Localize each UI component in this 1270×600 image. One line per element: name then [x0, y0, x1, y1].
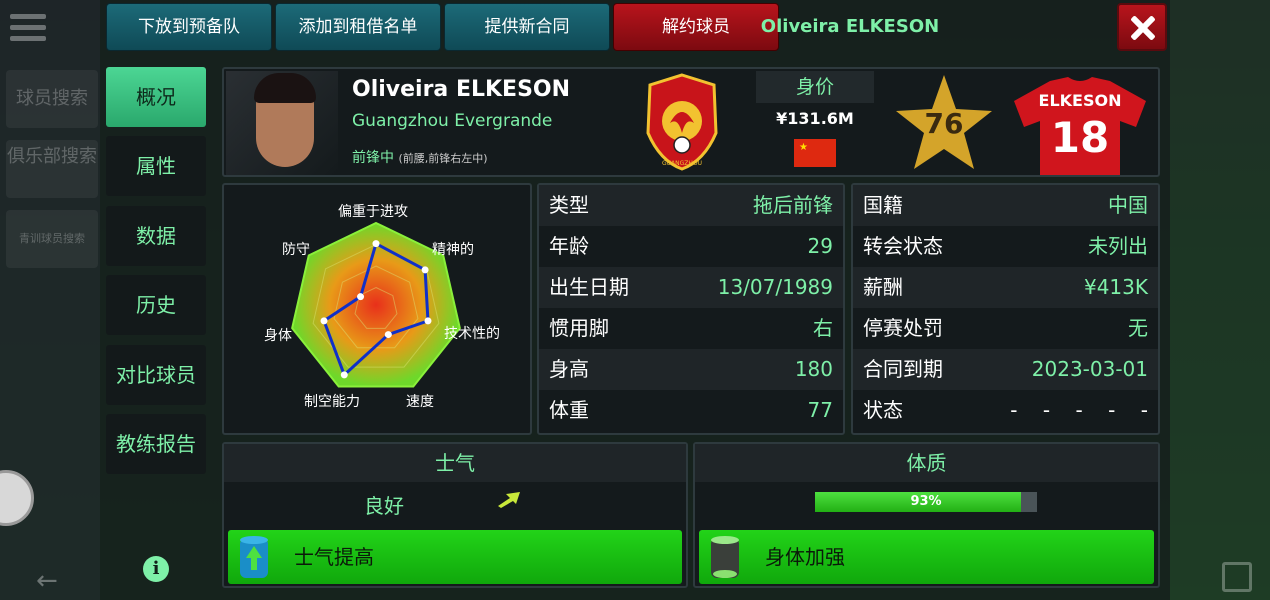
info-row-nationality: 国籍 中国	[853, 185, 1158, 226]
contract-info-card: 国籍 中国 转会状态 未列出 薪酬 ¥413K 停赛处罚无 合同到期 2023-03-0…	[851, 183, 1160, 435]
menu-icon	[10, 14, 46, 42]
player-info-card: 类型 拖后前锋 年龄 29 出生日期 13/07/1989 惯用脚右 身高 180 体重…	[537, 183, 845, 435]
radar-label-mental: 精神的	[432, 242, 474, 258]
radar-point	[320, 317, 328, 325]
background-right-area	[1170, 0, 1270, 600]
morale-boost-button[interactable]: 士气提高	[228, 530, 682, 584]
player-club[interactable]: Guangzhou Evergrande	[352, 111, 552, 131]
demote-to-reserves-button[interactable]: 下放到预备队	[106, 3, 272, 51]
info-row-height: 身高 180	[539, 349, 843, 390]
radar-label-attack: 偏重于进攻	[338, 204, 408, 220]
market-value-amount: ¥131.6M	[776, 109, 854, 128]
radar-point	[424, 317, 432, 325]
tab-stats[interactable]: 数据	[106, 206, 206, 266]
fitness-boost-button[interactable]: 身体加强	[699, 530, 1154, 584]
tab-compare-players[interactable]: 对比球员	[106, 345, 206, 405]
back-arrow-icon[interactable]: ←	[36, 566, 58, 596]
china-flag-icon: ★	[794, 139, 836, 167]
market-value: 身价 ¥131.6M ★	[756, 71, 874, 175]
ghost-item-player-search: 球员搜索	[6, 70, 98, 128]
fitness-boost-label: 身体加强	[765, 545, 845, 569]
info-row-foot: 惯用脚右	[549, 316, 833, 340]
morale-title: 士气	[224, 444, 686, 482]
club-crest-icon[interactable]: GUANGZHOU	[644, 73, 720, 171]
info-row-transfer-status: 转会状态 未列出	[863, 234, 1148, 258]
jersey-name: ELKESON	[1038, 91, 1122, 110]
info-row-birthdate: 出生日期 13/07/1989	[539, 267, 843, 308]
header-player-name: Oliveira ELKESON	[760, 16, 940, 37]
jersey-number: 18	[1050, 113, 1110, 162]
player-rating: 76	[924, 107, 964, 140]
info-icon[interactable]: i	[143, 556, 169, 582]
fitness-card: 体质 93% 身体加强	[693, 442, 1160, 588]
info-row-weight: 体重 77	[549, 398, 833, 422]
radar-point	[340, 371, 348, 379]
tab-coach-report[interactable]: 教练报告	[106, 414, 206, 474]
morale-boost-can-icon	[240, 536, 268, 578]
morale-boost-label: 士气提高	[294, 545, 374, 569]
save-icon[interactable]	[1222, 562, 1252, 592]
tab-history[interactable]: 历史	[106, 275, 206, 335]
player-name: Oliveira ELKESON	[352, 77, 571, 102]
position-main: 前锋中	[352, 150, 394, 166]
fitness-progress-bar: 93%	[815, 492, 1037, 512]
attribute-radar-card: 偏重于进攻 精神的 技术性的 速度 制空能力 身体 防守	[222, 183, 532, 435]
position-detail: (前腰,前锋右左中)	[398, 152, 488, 165]
morale-up-arrow-icon	[498, 492, 520, 508]
club-crest-text: GUANGZHOU	[662, 160, 702, 167]
radar-label-aerial: 制空能力	[304, 394, 360, 410]
add-to-loan-list-button[interactable]: 添加到租借名单	[275, 3, 441, 51]
offer-new-contract-button[interactable]: 提供新合同	[444, 3, 610, 51]
fitness-percent: 93%	[910, 494, 942, 509]
tab-attributes[interactable]: 属性	[106, 136, 206, 196]
fitness-boost-can-icon	[711, 536, 739, 578]
player-profile-card: Oliveira ELKESON Guangzhou Evergrande 前锋…	[222, 67, 1160, 177]
morale-value: 良好	[364, 494, 404, 518]
ghost-item-youth-search: 青训球员搜索	[6, 210, 98, 268]
radar-label-physical: 身体	[264, 328, 292, 344]
info-row-type: 类型 拖后前锋	[539, 185, 843, 226]
radar-point	[421, 266, 429, 274]
tab-overview[interactable]: 概况	[106, 67, 206, 127]
radar-label-technical: 技术性的	[444, 326, 500, 342]
attribute-radar-chart	[291, 221, 461, 388]
info-row-form: 状态 - - - - -	[863, 398, 1148, 422]
radar-point	[372, 240, 380, 248]
player-position: 前锋中 (前腰,前锋右左中)	[352, 147, 488, 167]
radar-label-speed: 速度	[406, 394, 434, 410]
radar-point	[357, 293, 365, 301]
market-value-label: 身价	[756, 71, 874, 103]
fitness-title: 体质	[695, 444, 1158, 482]
player-avatar	[226, 71, 338, 175]
radar-label-defence: 防守	[282, 242, 310, 258]
info-row-wage: 薪酬 ¥413K	[853, 267, 1158, 308]
info-row-suspension: 停赛处罚无	[863, 316, 1148, 340]
close-button[interactable]	[1117, 3, 1167, 51]
info-row-contract-expiry: 合同到期 2023-03-01	[853, 349, 1158, 390]
morale-card: 士气 良好 士气提高	[222, 442, 688, 588]
radar-point	[384, 331, 392, 339]
ghost-item-club-search: 俱乐部搜索	[6, 140, 98, 198]
info-row-age: 年龄 29	[549, 234, 833, 258]
